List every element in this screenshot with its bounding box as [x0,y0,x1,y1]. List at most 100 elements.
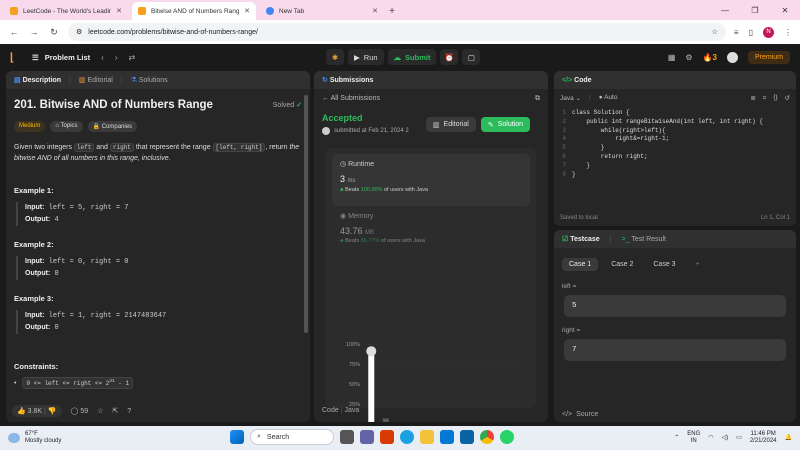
close-tab-icon[interactable]: ✕ [372,7,378,15]
menu-dots-icon[interactable]: ⋮ [784,28,792,37]
weather-widget[interactable]: 67°F Mostly cloudy [8,431,61,445]
premium-button[interactable]: Premium [747,50,790,64]
favorite-star-icon[interactable]: ☆ [97,407,103,415]
share-icon[interactable]: ⇱ [112,407,118,415]
user-avatar[interactable] [726,51,738,63]
close-tab-icon[interactable]: ✕ [244,7,250,15]
thumbs-down-icon[interactable]: 👎 [48,408,57,415]
tab-editorial[interactable]: ▥ Editorial [79,76,113,84]
windows-start-icon[interactable] [230,430,244,444]
minimize-icon[interactable]: — [710,6,740,15]
like-button[interactable]: 👍 3.8K | 👎 [12,405,62,417]
all-submissions-link[interactable]: ← All Submissions [322,95,380,103]
editorial-button[interactable]: ▥ Editorial [425,117,476,132]
reset-icon[interactable]: ↺ [785,94,790,102]
source-toggle[interactable]: </> Source [554,406,796,422]
language-indicator[interactable]: ENG IN [687,431,700,445]
sidepanel-icon[interactable]: ▯ [749,28,753,37]
code-text[interactable]: class Solution { public int rangeBitwise… [572,109,763,179]
profile-avatar[interactable]: N [763,26,774,38]
forward-arrow-icon[interactable]: → [28,27,40,37]
beats-suffix: of users with Java [382,187,428,193]
avatar [322,127,330,135]
companies-tag[interactable]: 🔒 Companies [87,121,138,132]
companies-label: Companies [101,124,133,130]
topics-tag[interactable]: ⌂ Topics [50,121,83,132]
runtime-card[interactable]: ◷ Runtime 3 ms ♣ Beats 100.00% of users … [332,154,530,206]
problem-title[interactable]: 201. Bitwise AND of Numbers Range [14,99,213,111]
browser-tab[interactable]: LeetCode - The World's Leadin ✕ [4,2,128,20]
clock[interactable]: 11:46 PM 2/21/2024 [750,431,777,445]
reload-icon[interactable]: ↻ [48,27,60,38]
tab-code[interactable]: </> Code [562,77,592,84]
file-explorer-icon[interactable] [420,430,434,444]
memory-card[interactable]: ◉ Memory 43.76 MB ♣ Beats 86.77% of user… [332,206,530,250]
case-tab[interactable]: Case 2 [604,258,640,271]
tab-solutions[interactable]: ⚗ Solutions [131,76,168,84]
bookmark-star-icon[interactable]: ☆ [712,28,718,36]
code-brackets-icon: </> [562,410,573,418]
link-icon[interactable]: ⧉ [535,95,540,103]
submit-button[interactable]: ☁ Submit [387,49,437,65]
taskbar-search[interactable]: ⌕ Search [250,429,334,445]
chevron-up-icon[interactable]: ⌃ [674,435,679,442]
media-player-icon[interactable] [380,430,394,444]
settings-gear-icon[interactable]: ⚙ [685,53,692,62]
chrome-icon[interactable] [480,430,494,444]
volume-icon[interactable]: ◁) [722,435,729,442]
new-tab-button[interactable]: + [384,2,400,20]
example-output: 4 [54,216,59,224]
tab-test-result[interactable]: >_ Test Result [622,236,666,243]
debug-button[interactable]: ✱ [326,49,344,65]
add-case-icon[interactable]: + [689,258,707,271]
media-icon[interactable]: ≡ [734,28,739,37]
leetcode-logo-icon[interactable]: ⌊ [10,51,22,64]
whatsapp-icon[interactable] [500,430,514,444]
restore-icon[interactable]: ❐ [740,6,770,15]
edge-browser-icon[interactable] [400,430,414,444]
braces-icon[interactable]: {} [773,94,777,102]
browser-tab-active[interactable]: Bitwise AND of Numbers Range ✕ [132,2,256,20]
code-line: public int rangeBitwiseAnd(int left, int… [572,117,763,125]
solution-button[interactable]: ✎ Solution [480,117,530,132]
right-param-input[interactable]: 7 [564,339,786,361]
language-select[interactable]: Java ⌄ [560,94,581,102]
chat-icon[interactable] [360,430,374,444]
timer-button[interactable]: ⏰ [440,49,459,65]
streak-counter[interactable]: 🔥3 [703,53,717,62]
format-icon[interactable]: ≣ [750,94,755,102]
code-editor[interactable]: 12345678 class Solution { public int ran… [554,107,796,181]
comments-button[interactable]: ◯ 59 [71,407,89,415]
wifi-icon[interactable]: ◠ [708,435,713,442]
bookmark-icon[interactable]: ⌑ [763,94,766,102]
problem-list-link[interactable]: Problem List [45,53,90,62]
tab-submissions[interactable]: ↻ Submissions [322,76,373,84]
tab-description[interactable]: ▤ Description [14,76,61,84]
search-label: Search [266,433,290,441]
site-info-icon[interactable]: ⚙ [76,28,82,36]
constraint-tail: - 1 [114,380,130,387]
back-arrow-icon[interactable]: ← [8,27,20,37]
notification-bell-icon[interactable]: 🔔 [785,435,792,442]
next-problem-icon[interactable]: › [115,53,118,62]
case-tab[interactable]: Case 1 [562,258,599,271]
url-input[interactable]: ⚙ leetcode.com/problems/bitwise-and-of-n… [68,23,726,41]
shuffle-icon[interactable]: ⇄ [129,53,136,62]
close-window-icon[interactable]: ✕ [770,6,800,15]
autocomplete-toggle[interactable]: ● Auto [599,94,618,102]
case-tab[interactable]: Case 3 [646,258,682,271]
task-view-icon[interactable] [340,430,354,444]
battery-icon[interactable]: ▭ [736,435,742,442]
layout-grid-icon[interactable]: ▦ [668,53,676,62]
notes-button[interactable]: ▢ [462,49,481,65]
help-icon[interactable]: ? [127,408,131,415]
description-scrollbar[interactable] [304,95,308,333]
close-tab-icon[interactable]: ✕ [116,7,122,15]
left-param-input[interactable]: 5 [564,295,786,317]
tab-testcase[interactable]: ☑ Testcase [562,235,600,243]
store-icon[interactable] [440,430,454,444]
browser-tab[interactable]: New Tab ✕ [260,2,384,20]
mail-icon[interactable] [460,430,474,444]
run-button[interactable]: ▶ Run [348,49,384,65]
prev-problem-icon[interactable]: ‹ [101,53,104,62]
